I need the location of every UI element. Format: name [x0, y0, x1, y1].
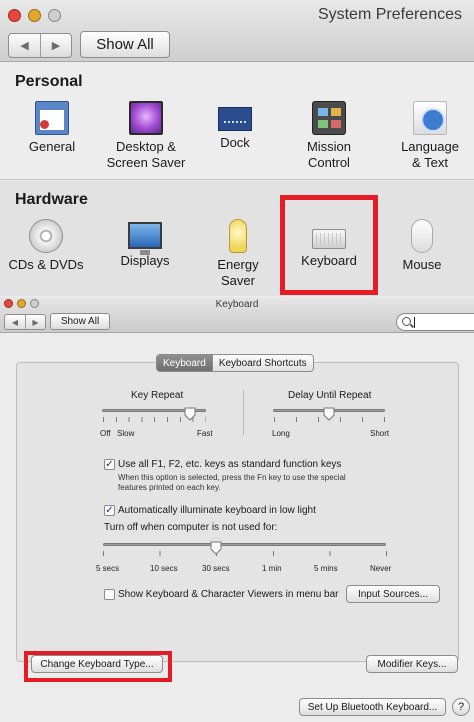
turn-off-tick-label: Never	[370, 564, 392, 573]
pref-label: Saver	[221, 273, 255, 288]
pref-mission-control[interactable]: Mission Control	[298, 101, 360, 171]
pref-label: & Text	[412, 155, 448, 170]
language-text-icon	[413, 101, 447, 135]
desktop-screen-saver-icon	[129, 101, 163, 135]
delay-until-repeat-slider-knob[interactable]	[323, 407, 335, 421]
delay-short-label: Short	[370, 429, 390, 438]
forward-button[interactable]: ▶	[40, 34, 71, 57]
zoom-window-button[interactable]	[48, 9, 61, 22]
system-preferences-window: System Preferences ◀ ▶ Show All Personal…	[0, 0, 474, 296]
search-field[interactable]	[396, 313, 474, 331]
turn-off-tick-label: 10 secs	[150, 564, 178, 573]
pref-energy-saver[interactable]: Energy Saver	[210, 219, 266, 289]
mouse-icon	[411, 219, 433, 253]
pref-mouse[interactable]: Mouse	[396, 219, 448, 273]
cds-dvds-icon	[29, 219, 63, 253]
divider	[243, 390, 244, 435]
help-button[interactable]: ?	[452, 698, 470, 716]
turn-off-tick-label: 5 secs	[96, 564, 120, 573]
pref-label: Displays	[120, 253, 170, 268]
pref-label: General	[28, 139, 76, 154]
forward-button[interactable]: ▶	[25, 315, 45, 329]
show-all-button[interactable]: Show All	[50, 313, 110, 330]
minimize-window-button[interactable]	[28, 9, 41, 22]
key-repeat-label: Key Repeat	[131, 390, 184, 401]
pref-general[interactable]: General	[26, 101, 78, 155]
section-label-personal: Personal	[15, 73, 83, 90]
title-bar: Keyboard ◀ ▶ Show All	[0, 297, 474, 333]
turn-off-label: Turn off when computer is not used for:	[104, 522, 278, 533]
back-button[interactable]: ◀	[5, 315, 25, 329]
pref-label: Dock	[220, 135, 250, 150]
illuminate-label: Automatically illuminate keyboard in low…	[118, 505, 316, 516]
personal-section: Personal General Desktop & Screen Saver …	[0, 63, 474, 180]
back-button[interactable]: ◀	[9, 34, 40, 57]
back-forward-buttons: ◀ ▶	[4, 314, 46, 330]
hardware-section: Hardware CDs & DVDs Displays Energy Save…	[0, 181, 474, 296]
general-icon	[35, 101, 69, 135]
pref-label: Mouse	[402, 257, 442, 272]
pref-displays[interactable]: Displays	[112, 219, 178, 269]
tab-keyboard[interactable]: Keyboard	[157, 355, 212, 371]
pref-desktop-screen-saver[interactable]: Desktop & Screen Saver	[100, 101, 192, 171]
turn-off-tick-label: 5 mins	[314, 564, 338, 573]
pref-label: Mission	[306, 139, 352, 154]
title-bar: System Preferences ◀ ▶ Show All	[0, 0, 474, 62]
viewers-checkbox[interactable]	[104, 589, 115, 600]
tab-bar: Keyboard Keyboard Shortcuts	[156, 354, 314, 372]
modifier-keys-button[interactable]: Modifier Keys...	[366, 655, 458, 673]
window-title: System Preferences	[317, 6, 462, 23]
pref-label: Desktop &	[116, 139, 176, 154]
text-cursor	[414, 317, 415, 328]
turn-off-tick-label: 30 secs	[202, 564, 230, 573]
key-repeat-slider-knob[interactable]	[184, 407, 196, 421]
energy-saver-icon	[229, 219, 247, 253]
key-repeat-fast-label: Fast	[197, 429, 213, 438]
tab-keyboard-shortcuts[interactable]: Keyboard Shortcuts	[211, 355, 313, 371]
change-keyboard-type-highlight-box	[24, 651, 172, 682]
pref-label: Control	[308, 155, 350, 170]
pref-cds-dvds[interactable]: CDs & DVDs	[6, 219, 86, 273]
key-repeat-slow-label: Slow	[117, 429, 135, 438]
fn-keys-label: Use all F1, F2, etc. keys as standard fu…	[118, 459, 342, 470]
mission-control-icon	[312, 101, 346, 135]
show-all-button[interactable]: Show All	[80, 31, 170, 58]
turn-off-ticks	[103, 551, 387, 556]
fn-keys-description: When this option is selected, press the …	[118, 473, 346, 492]
delay-long-label: Long	[272, 429, 290, 438]
close-window-button[interactable]	[8, 9, 21, 22]
illuminate-checkbox[interactable]: ✓	[104, 505, 115, 516]
keyboard-highlight-box	[280, 195, 378, 295]
turn-off-track[interactable]	[103, 543, 386, 546]
section-label-hardware: Hardware	[15, 191, 88, 208]
pref-label: Language	[401, 139, 459, 154]
key-repeat-off-label: Off	[100, 429, 111, 438]
dock-icon	[218, 107, 252, 131]
back-forward-buttons: ◀ ▶	[8, 33, 72, 58]
set-up-bluetooth-keyboard-button[interactable]: Set Up Bluetooth Keyboard...	[299, 698, 446, 716]
window-title: Keyboard	[215, 299, 259, 310]
pref-label: Energy	[217, 257, 259, 272]
viewers-label: Show Keyboard & Character Viewers in men…	[118, 589, 339, 600]
turn-off-slider-knob[interactable]	[210, 541, 222, 555]
pref-language-text[interactable]: Language & Text	[392, 101, 468, 171]
turn-off-tick-label: 1 min	[262, 564, 282, 573]
displays-icon	[128, 222, 162, 255]
fn-keys-checkbox[interactable]: ✓	[104, 459, 115, 470]
pref-dock[interactable]: Dock	[210, 101, 260, 151]
search-icon	[402, 317, 411, 326]
delay-until-repeat-label: Delay Until Repeat	[288, 390, 372, 401]
pref-label: Screen Saver	[106, 155, 186, 170]
input-sources-button[interactable]: Input Sources...	[346, 585, 440, 603]
pref-label: CDs & DVDs	[8, 257, 84, 272]
